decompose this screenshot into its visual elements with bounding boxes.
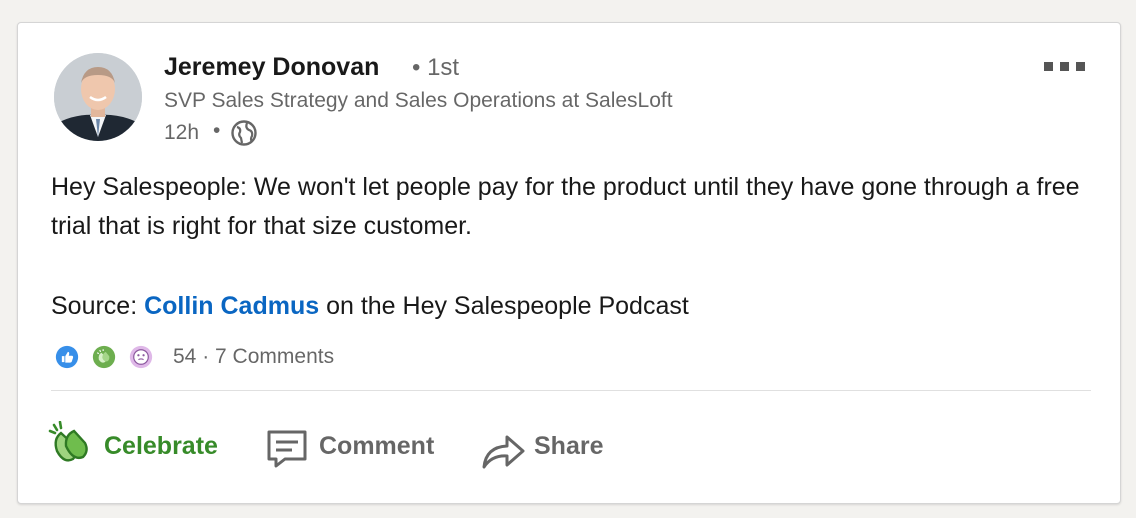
- actions-divider: [51, 390, 1091, 391]
- author-name[interactable]: Jeremey Donovan: [164, 53, 379, 82]
- source-prefix: Source:: [51, 292, 145, 320]
- connection-degree: • 1st: [412, 54, 460, 81]
- more-options-icon[interactable]: [1044, 59, 1090, 73]
- celebrate-icon: [90, 343, 118, 371]
- count-separator: ·: [202, 345, 210, 368]
- source-suffix: on the Hey Salespeople Podcast: [319, 292, 689, 320]
- like-icon: [53, 343, 81, 371]
- comment-icon: [267, 430, 307, 468]
- celebrate-button[interactable]: Celebrate: [48, 421, 238, 473]
- share-button[interactable]: Share: [480, 421, 620, 473]
- post-timestamp: 12h: [164, 121, 200, 144]
- curious-icon: [127, 343, 155, 371]
- comments-count-link[interactable]: 7 Comments: [215, 345, 334, 368]
- comment-label: Comment: [319, 432, 435, 460]
- reaction-count[interactable]: 54: [173, 345, 196, 368]
- celebrate-label: Celebrate: [104, 432, 218, 460]
- comment-button[interactable]: Comment: [266, 421, 456, 473]
- more-dot: [1076, 62, 1085, 71]
- author-headline[interactable]: SVP Sales Strategy and Sales Operations …: [164, 89, 673, 113]
- feed-post-card: Jeremey Donovan • 1st SVP Sales Strategy…: [17, 22, 1121, 504]
- more-dot: [1060, 62, 1069, 71]
- share-arrow-icon: [482, 435, 525, 469]
- more-dot: [1044, 62, 1053, 71]
- globe-icon: [231, 120, 257, 146]
- mention-link[interactable]: Collin Cadmus: [144, 292, 319, 320]
- author-photo: [54, 53, 142, 141]
- clapping-hands-icon: [48, 421, 88, 462]
- timestamp-separator: •: [213, 119, 221, 142]
- social-counts: 54 · 7 Comments: [173, 345, 334, 369]
- post-body: Hey Salespeople: We won't let people pay…: [51, 173, 1080, 240]
- author-avatar[interactable]: [54, 53, 142, 141]
- post-source-line: Source: Collin Cadmus on the Hey Salespe…: [51, 287, 1091, 326]
- share-label: Share: [534, 432, 604, 460]
